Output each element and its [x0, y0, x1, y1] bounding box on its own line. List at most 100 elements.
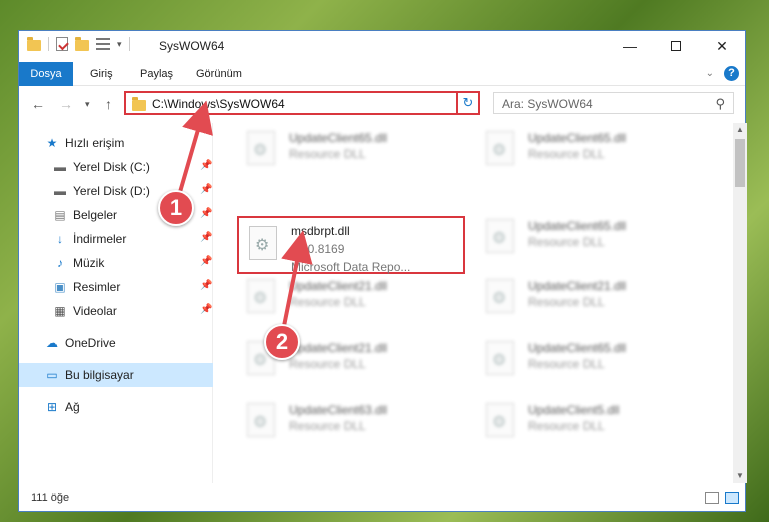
navigation-pane: ★ Hızlı erişim ▬ Yerel Disk (C:) 📌 ▬ Yer… — [19, 123, 213, 483]
sidebar-item-network[interactable]: ⊞ Ağ — [19, 395, 213, 419]
sidebar-item-downloads[interactable]: ↓ İndirmeler 📌 — [19, 227, 213, 251]
sidebar-item-label: Yerel Disk (D:) — [73, 184, 150, 198]
file-type: Resource DLL — [528, 295, 605, 309]
details-view-icon[interactable] — [705, 492, 719, 504]
dll-file-icon — [486, 219, 514, 253]
sidebar-item-label: Bu bilgisayar — [65, 368, 134, 382]
quick-access-toolbar: ▾ — [27, 36, 130, 51]
documents-icon: ▤ — [54, 208, 66, 222]
file-type: Resource DLL — [289, 419, 366, 433]
file-name: UpdateClient65.dll — [528, 131, 627, 145]
list-item[interactable]: UpdateClient21.dll Resource DLL — [476, 275, 704, 325]
maximize-button[interactable] — [653, 31, 699, 61]
explorer-window: ▾ SysWOW64 — ✕ Dosya Giriş Paylaş Görünü… — [18, 30, 747, 512]
highlighted-file-msdbrpt[interactable]: msdbrpt.dll 6.00.8169 Microsoft Data Rep… — [237, 216, 465, 274]
dll-file-icon — [486, 279, 514, 313]
file-list: UpdateClient65.dll Resource DLL UpdateCl… — [215, 123, 732, 483]
tab-file[interactable]: Dosya — [19, 62, 73, 86]
file-type: Resource DLL — [528, 235, 605, 249]
address-path: C:\Windows\SysWOW64 — [152, 97, 285, 111]
address-bar[interactable]: C:\Windows\SysWOW64 ⌄ — [124, 91, 480, 115]
forward-arrow-icon[interactable]: → — [59, 96, 73, 112]
up-arrow-icon[interactable]: ↑ — [105, 96, 112, 112]
tab-share[interactable]: Paylaş — [140, 62, 173, 86]
computer-icon: ▭ — [46, 368, 58, 382]
toolbar-divider — [128, 37, 130, 51]
dll-file-icon — [486, 131, 514, 165]
sidebar-item-label: Belgeler — [73, 208, 118, 222]
sidebar-item-label: Videolar — [73, 304, 117, 318]
pin-icon[interactable]: 📌 — [200, 184, 212, 195]
sidebar-item-label: Müzik — [73, 256, 105, 270]
pin-icon[interactable]: 📌 — [200, 304, 212, 315]
file-name: msdbrpt.dll — [291, 224, 350, 238]
vertical-scrollbar[interactable]: ▲ ▼ — [733, 123, 747, 483]
sidebar-item-this-pc[interactable]: ▭ Bu bilgisayar — [19, 363, 213, 387]
item-count: 111 öğe — [31, 492, 70, 504]
pin-icon[interactable]: 📌 — [200, 280, 212, 291]
refresh-button[interactable]: ↻ — [456, 91, 480, 115]
list-item[interactable]: UpdateClient21.dll Resource DLL — [237, 275, 465, 325]
drive-icon: ▬ — [54, 184, 66, 198]
collapse-ribbon-icon[interactable]: ⌄ — [706, 68, 714, 79]
ribbon-controls: ⌄ ? — [706, 66, 739, 81]
scroll-down-icon[interactable]: ▼ — [733, 469, 747, 483]
file-type: Resource DLL — [528, 147, 605, 161]
file-type: Resource DLL — [289, 357, 366, 371]
list-item[interactable]: UpdateClient65.dll Resource DLL — [476, 215, 704, 265]
pin-icon[interactable]: 📌 — [200, 256, 212, 267]
pin-icon[interactable]: 📌 — [200, 160, 212, 171]
sidebar-item-label: İndirmeler — [73, 232, 127, 246]
sidebar-item-label: OneDrive — [65, 336, 116, 350]
dll-file-icon — [247, 131, 275, 165]
file-name: UpdateClient21.dll — [289, 279, 388, 293]
new-folder-icon[interactable] — [75, 36, 89, 51]
sidebar-item-music[interactable]: ♪ Müzik 📌 — [19, 251, 213, 275]
sidebar-item-pictures[interactable]: ▣ Resimler 📌 — [19, 275, 213, 299]
minimize-button[interactable]: — — [607, 31, 653, 61]
status-bar: 111 öğe — [19, 487, 745, 511]
customize-toolbar-icon[interactable]: ▾ — [117, 39, 122, 50]
help-icon[interactable]: ? — [724, 66, 739, 81]
search-input[interactable]: Ara: SysWOW64 ⚲ — [493, 92, 734, 114]
video-icon: ▦ — [54, 304, 66, 318]
file-name: UpdateClient21.dll — [528, 279, 627, 293]
recent-locations-icon[interactable]: ▾ — [85, 99, 90, 110]
list-item[interactable]: UpdateClient63.dll Resource DLL — [237, 399, 465, 449]
list-item[interactable]: UpdateClient65.dll Resource DLL — [237, 127, 465, 177]
title-bar: ▾ SysWOW64 — ✕ — [19, 31, 745, 62]
network-icon: ⊞ — [46, 400, 58, 414]
file-type: Resource DLL — [289, 295, 366, 309]
dll-file-icon — [247, 403, 275, 437]
pin-icon[interactable]: 📌 — [200, 232, 212, 243]
scrollbar-thumb[interactable] — [735, 139, 745, 187]
step-marker-2: 2 — [264, 324, 300, 360]
folder-icon — [27, 36, 41, 51]
list-item[interactable]: UpdateClient65.dll Resource DLL — [476, 127, 704, 177]
sidebar-item-onedrive[interactable]: ☁ OneDrive — [19, 331, 213, 355]
properties-icon[interactable] — [56, 37, 68, 51]
step-marker-1: 1 — [158, 190, 194, 226]
dll-file-icon — [486, 403, 514, 437]
sidebar-item-videos[interactable]: ▦ Videolar 📌 — [19, 299, 213, 323]
ribbon-tabs: Dosya Giriş Paylaş Görünüm ⌄ ? — [19, 62, 745, 86]
list-item[interactable]: UpdateClient5.dll Resource DLL — [476, 399, 704, 449]
tab-home[interactable]: Giriş — [90, 62, 113, 86]
sidebar-item-label: Ağ — [65, 400, 80, 414]
pin-icon[interactable]: 📌 — [200, 208, 212, 219]
sidebar-item-local-disk-c[interactable]: ▬ Yerel Disk (C:) 📌 — [19, 155, 213, 179]
scroll-up-icon[interactable]: ▲ — [733, 123, 747, 137]
drive-icon: ▬ — [54, 160, 66, 174]
sidebar-item-quick-access[interactable]: ★ Hızlı erişim — [19, 131, 213, 155]
view-icon[interactable] — [96, 38, 110, 50]
music-icon: ♪ — [57, 256, 63, 270]
back-arrow-icon[interactable]: ← — [31, 96, 45, 112]
tiles-view-icon[interactable] — [725, 492, 739, 504]
tab-view[interactable]: Görünüm — [196, 62, 242, 86]
file-name: UpdateClient65.dll — [289, 131, 388, 145]
close-button[interactable]: ✕ — [699, 31, 745, 61]
list-item[interactable]: UpdateClient65.dll Resource DLL — [476, 337, 704, 387]
file-type: Resource DLL — [528, 419, 605, 433]
dll-file-icon — [247, 279, 275, 313]
download-icon: ↓ — [57, 232, 63, 246]
